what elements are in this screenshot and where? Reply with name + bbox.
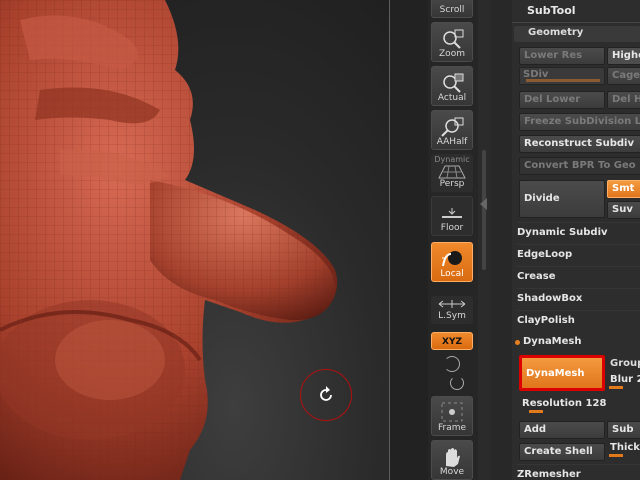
del-higher-button[interactable]: Del H: [607, 91, 640, 109]
dynamesh-active-dot: [515, 340, 520, 345]
xyz-label: XYZ: [442, 337, 462, 347]
persp-button[interactable]: Dynamic Persp: [431, 154, 473, 192]
del-lower-button[interactable]: Del Lower: [519, 91, 605, 109]
zoom-label: Zoom: [439, 49, 465, 59]
shelf-scrollbar[interactable]: [478, 0, 490, 480]
sdiv-track: [526, 79, 600, 82]
dynamesh-section-header[interactable]: DynaMesh: [523, 332, 640, 352]
edgeloop-item[interactable]: EdgeLoop: [517, 244, 640, 265]
move-button[interactable]: Move: [431, 440, 473, 480]
frame-label: Frame: [437, 423, 467, 433]
canvas-viewport[interactable]: [0, 0, 390, 480]
dynamic-subdiv-item[interactable]: Dynamic Subdiv: [517, 222, 640, 243]
divider: [512, 22, 640, 23]
higher-res-button[interactable]: Highe: [607, 47, 640, 65]
move-label: Move: [439, 467, 465, 477]
floor-button[interactable]: Floor: [431, 196, 473, 236]
create-shell-button[interactable]: Create Shell: [519, 443, 605, 461]
convert-bpr-button[interactable]: Convert BPR To Geo: [519, 157, 640, 175]
rotate-icon: [320, 386, 332, 401]
zoom-icon: [432, 28, 472, 50]
resolution-label: Resolution 128: [522, 398, 607, 409]
scroll-label: Scroll: [439, 5, 465, 15]
dynamic-label: Dynamic: [434, 155, 470, 164]
resolution-track: [529, 410, 543, 413]
blur-slider[interactable]: Blur 2: [607, 373, 640, 391]
tool-palette: SubTool Geometry Lower Res Highe SDiv Ca…: [490, 0, 640, 480]
right-shelf: Scroll Zoom Actual AAHalf Dynamic Persp …: [428, 0, 478, 480]
xyz-button[interactable]: XYZ: [431, 332, 473, 350]
thick-slider[interactable]: Thick: [607, 441, 640, 459]
geometry-label: Geometry: [528, 27, 584, 38]
scroll-thumb[interactable]: [482, 150, 486, 270]
geometry-header[interactable]: Geometry: [514, 26, 640, 42]
crease-item[interactable]: Crease: [517, 266, 640, 287]
sub-button[interactable]: Sub: [607, 421, 640, 439]
thick-track: [609, 454, 623, 457]
cage-button[interactable]: Cage: [607, 67, 640, 85]
local-button[interactable]: Local: [431, 242, 473, 282]
claypolish-item[interactable]: ClayPolish: [517, 310, 640, 331]
add-button[interactable]: Add: [519, 421, 605, 439]
aahalf-button[interactable]: AAHalf: [431, 110, 473, 150]
frame-button[interactable]: Frame: [431, 396, 473, 436]
shadowbox-item[interactable]: ShadowBox: [517, 288, 640, 309]
aahalf-label: AAHalf: [436, 137, 468, 147]
blur-track: [609, 386, 623, 389]
lower-res-button[interactable]: Lower Res: [519, 47, 605, 65]
thick-label: Thick: [610, 442, 640, 453]
reconstruct-subdiv-button[interactable]: Reconstruct Subdiv: [519, 135, 640, 153]
frame-icon: [432, 402, 472, 424]
smt-toggle[interactable]: Smt: [607, 180, 640, 198]
floor-label: Floor: [440, 223, 464, 233]
resolution-slider[interactable]: Resolution 128: [519, 397, 640, 415]
aahalf-icon: [432, 116, 472, 138]
subtool-header[interactable]: SubTool: [527, 4, 576, 17]
rotate-gizmo[interactable]: [300, 369, 352, 421]
freeze-subdivision-button[interactable]: Freeze SubDivision L: [519, 113, 640, 131]
local-icon: [432, 248, 472, 270]
local-label: Local: [440, 269, 464, 279]
actual-button[interactable]: Actual: [431, 66, 473, 106]
move-icon: [432, 446, 472, 468]
suv-toggle[interactable]: Suv: [607, 201, 640, 219]
blur-label: Blur 2: [610, 374, 640, 385]
zremesher-item[interactable]: ZRemesher: [517, 464, 640, 480]
actual-label: Actual: [437, 93, 467, 103]
lsym-label: L.Sym: [438, 311, 466, 321]
palette-strip: [490, 0, 512, 480]
divide-button[interactable]: Divide: [519, 180, 605, 218]
actual-icon: [432, 72, 472, 94]
sdiv-slider[interactable]: SDiv: [519, 67, 605, 85]
viewport-gutter: [390, 0, 428, 480]
lsym-button[interactable]: L.Sym: [431, 296, 473, 324]
scroll-button[interactable]: Scroll: [431, 0, 473, 18]
zoom-button[interactable]: Zoom: [431, 22, 473, 62]
dynamesh-button[interactable]: DynaMesh: [519, 355, 605, 391]
collapse-arrow-icon[interactable]: [480, 198, 487, 210]
rotate-z-icon[interactable]: [450, 376, 464, 390]
rotate-y-icon[interactable]: [444, 356, 460, 372]
persp-label: Persp: [439, 179, 465, 189]
groups-toggle[interactable]: Group: [610, 358, 640, 369]
